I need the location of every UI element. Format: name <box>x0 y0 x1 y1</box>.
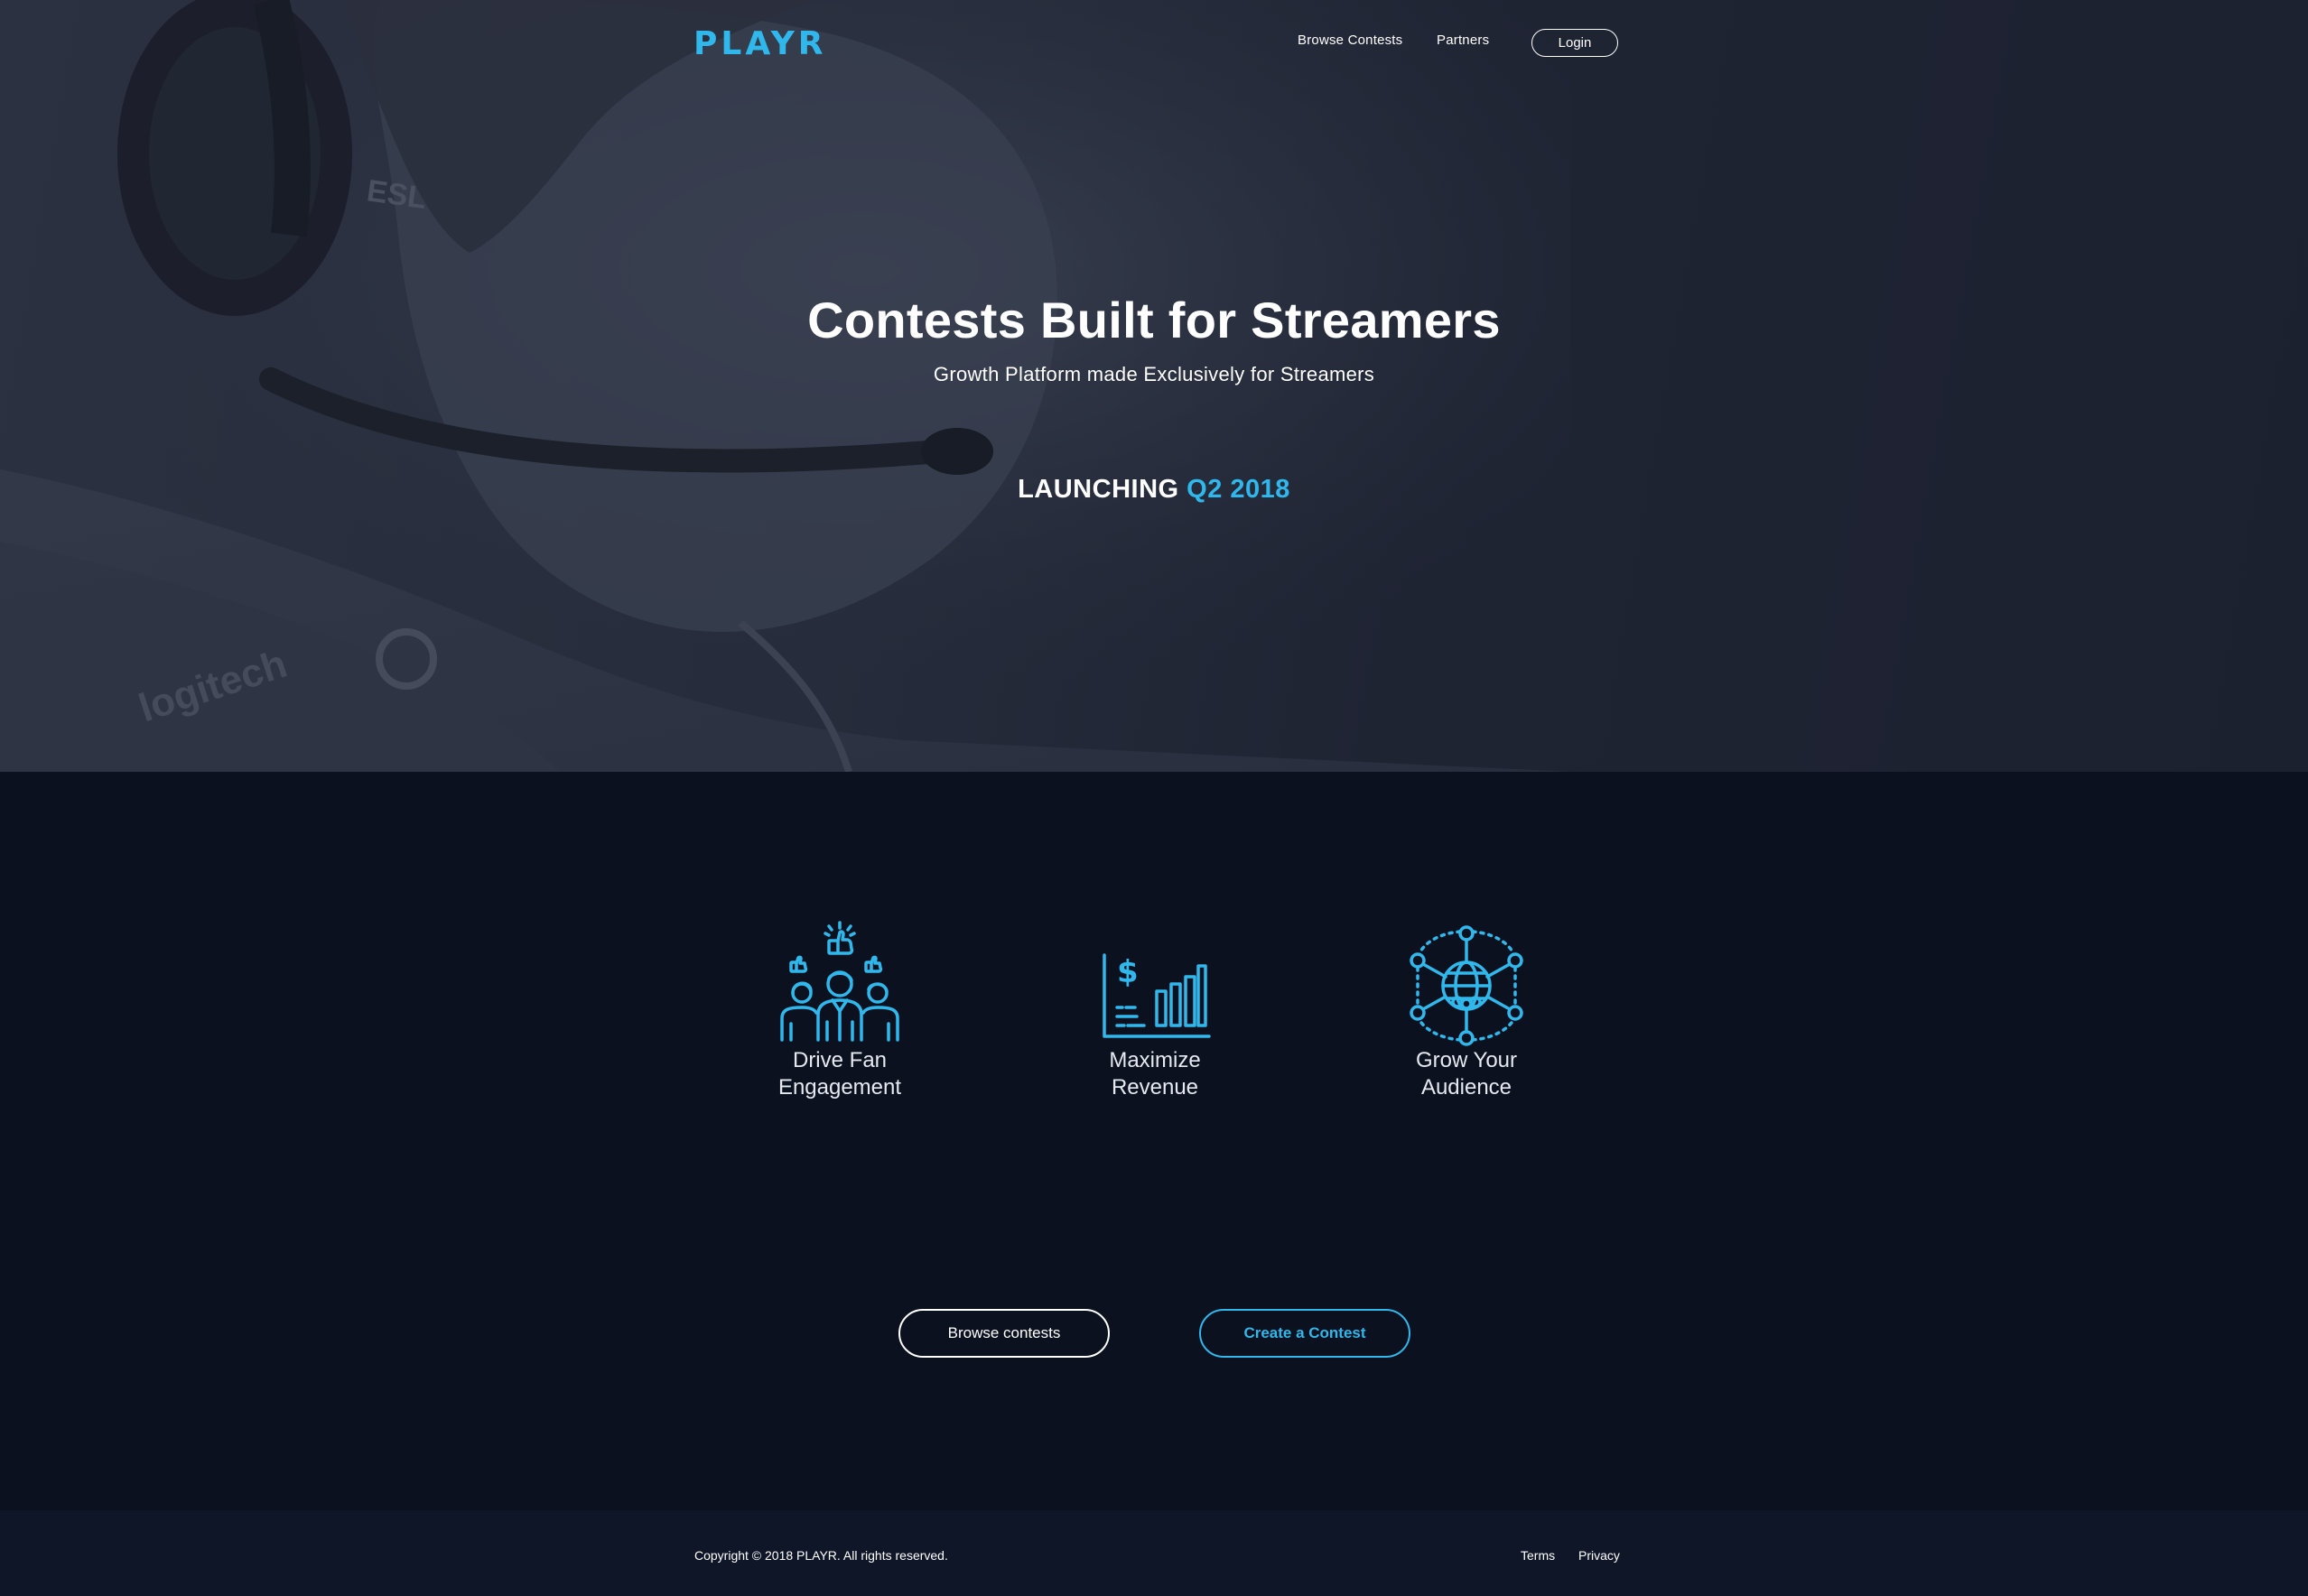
feature-label-line2: Engagement <box>777 1075 902 1100</box>
copyright-text: Copyright © 2018 PLAYR. All rights reser… <box>694 1548 948 1563</box>
login-button[interactable]: Login <box>1531 29 1618 57</box>
launch-date: Q2 2018 <box>1187 475 1290 504</box>
footer: Copyright © 2018 PLAYR. All rights reser… <box>0 1510 2308 1596</box>
feature-label-line1: Maximize <box>1109 1048 1201 1072</box>
feature-label-line2: Revenue <box>1111 1075 1199 1100</box>
fans-engagement-icon <box>780 921 899 1042</box>
feature-label-line1: Drive Fan <box>792 1048 888 1072</box>
svg-text:$: $ <box>1117 954 1139 990</box>
footer-link-terms[interactable]: Terms <box>1521 1548 1555 1563</box>
top-navigation: PLAYR Browse Contests Partners Login <box>0 0 2308 87</box>
nav-partners[interactable]: Partners <box>1437 32 1489 48</box>
feature-label-line2: Audience <box>1420 1075 1512 1100</box>
feature-grow-audience: Grow Your Audience <box>1349 921 1584 1101</box>
launch-prefix: LAUNCHING <box>1018 475 1179 504</box>
hero-subtitle: Growth Platform made Exclusively for Str… <box>933 363 1375 385</box>
feature-fan-engagement: Drive Fan Engagement <box>722 921 957 1101</box>
hero-title: Contests Built for Streamers <box>807 292 1501 348</box>
launch-announcement: LAUNCHING Q2 2018 <box>0 475 2308 505</box>
feature-maximize-revenue: $ Maximize Revenue <box>1038 921 1272 1101</box>
feature-label-line1: Grow Your <box>1415 1048 1518 1072</box>
revenue-chart-icon: $ <box>1103 953 1211 1038</box>
browse-contests-button[interactable]: Browse contests <box>898 1309 1110 1358</box>
global-network-icon <box>1410 925 1523 1046</box>
playr-logo[interactable]: PLAYR <box>693 22 852 61</box>
footer-link-privacy[interactable]: Privacy <box>1578 1548 1620 1563</box>
hero-section: ESL logitech PLAYR Browse Contests Partn… <box>0 0 2308 772</box>
logo-text: PLAYR <box>693 25 827 61</box>
create-contest-button[interactable]: Create a Contest <box>1199 1309 1410 1358</box>
nav-browse-contests[interactable]: Browse Contests <box>1298 32 1402 48</box>
